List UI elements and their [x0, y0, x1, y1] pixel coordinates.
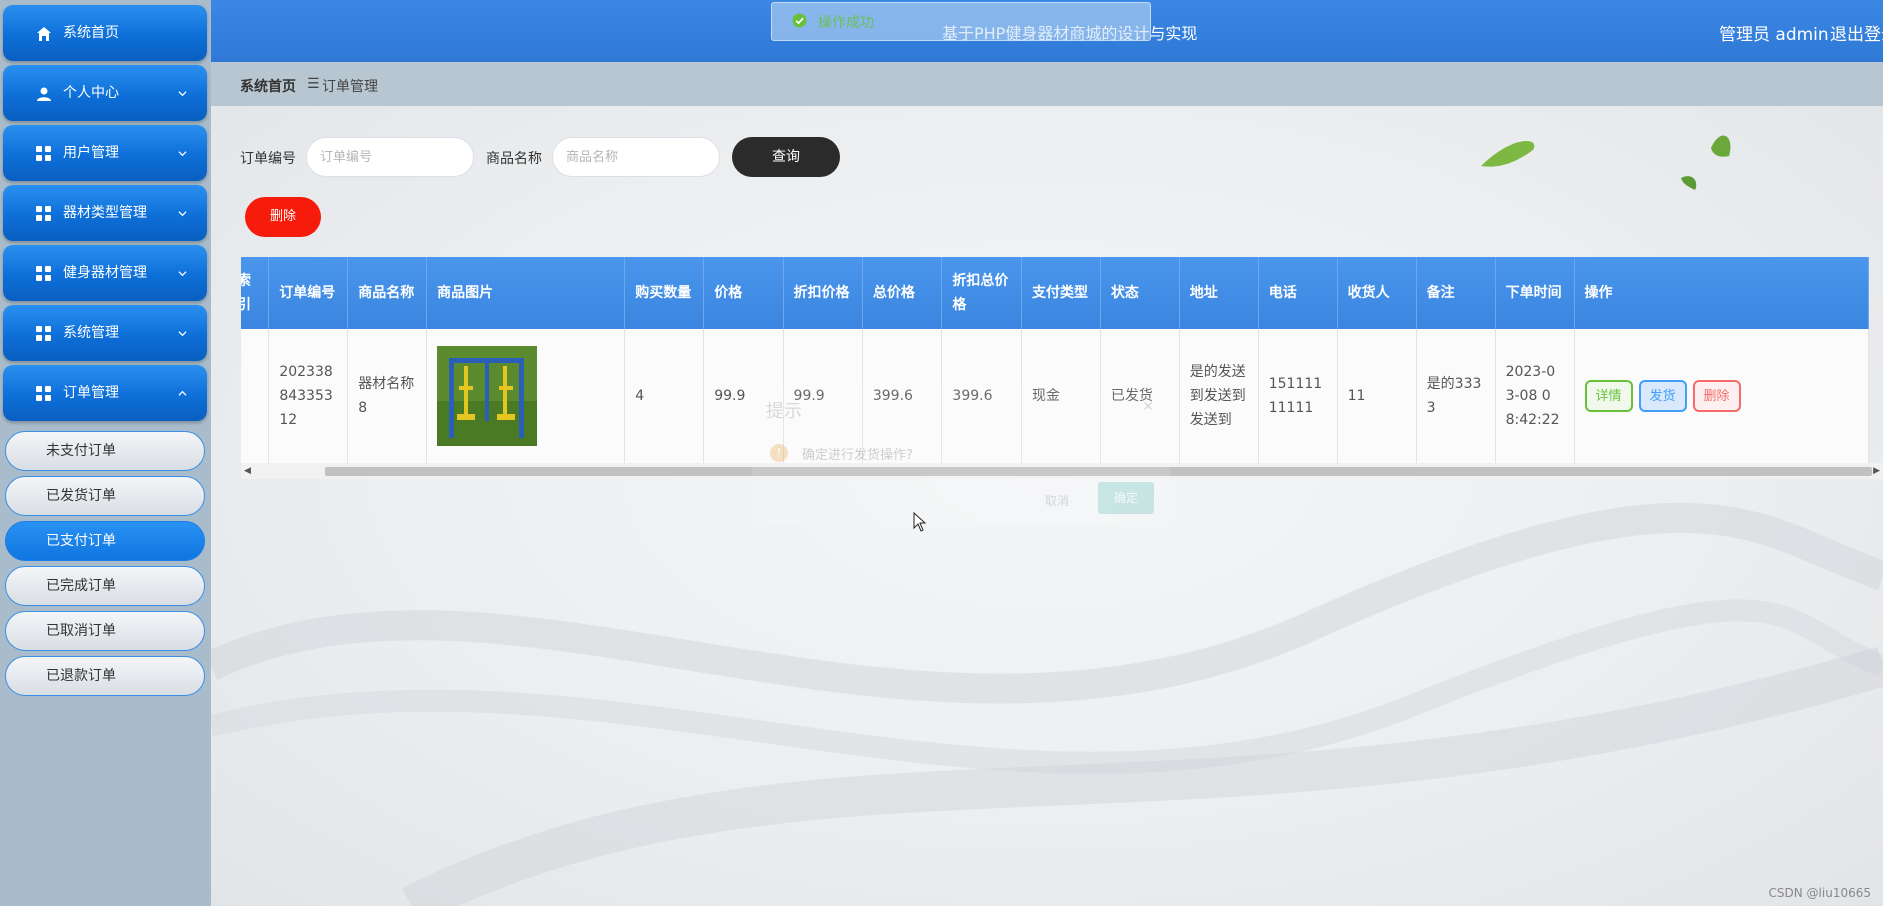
close-icon[interactable]: ✕	[1142, 399, 1154, 415]
cell-address: 是的发送到发送到发送到	[1179, 329, 1259, 464]
detail-button[interactable]: 详情	[1584, 379, 1633, 412]
check-circle-icon	[792, 13, 807, 28]
column-header-total-price: 总价格	[862, 257, 943, 329]
scroll-left-arrow-icon[interactable]: ◀	[244, 466, 251, 476]
dialog-title: 提示	[766, 401, 802, 422]
sidebar-item-label: 个人中心	[63, 85, 119, 101]
breadcrumb-home[interactable]: 系统首页	[240, 76, 296, 96]
column-header-phone: 电话	[1258, 257, 1338, 329]
grid-icon	[36, 266, 52, 282]
dialog-message: 确定进行发货操作?	[802, 448, 913, 463]
batch-delete-button[interactable]: 删除	[245, 197, 321, 237]
product-name-input[interactable]	[552, 137, 720, 177]
chevron-down-icon	[178, 271, 187, 277]
order-no-input[interactable]	[306, 137, 474, 177]
query-button[interactable]: 查询	[732, 137, 840, 177]
sidebar-item-label: 订单管理	[63, 385, 119, 401]
mouse-cursor-icon	[913, 512, 927, 532]
warning-icon: !	[770, 444, 788, 462]
sidebar-subitem-paid-orders[interactable]: 已支付订单	[5, 521, 205, 561]
sidebar-item-home[interactable]: 系统首页	[3, 5, 207, 61]
product-name-label: 商品名称	[486, 151, 542, 167]
dialog-cancel-button[interactable]: 取消	[1030, 485, 1084, 517]
user-icon	[37, 87, 51, 101]
sidebar-item-label: 系统首页	[63, 25, 119, 41]
cell-product-name: 器材名称8	[347, 329, 428, 464]
cell-operations: 详情 发货 删除	[1574, 329, 1869, 464]
column-header-remark: 备注	[1416, 257, 1496, 329]
scroll-right-arrow-icon[interactable]: ▶	[1873, 466, 1880, 476]
toast-message: 操作成功	[818, 15, 874, 31]
column-header-product-image: 商品图片	[426, 257, 626, 329]
watermark: CSDN @liu10665	[1768, 886, 1871, 900]
chevron-down-icon	[178, 211, 187, 217]
cell-remark: 是的3333	[1416, 329, 1496, 464]
cell-product-image	[426, 329, 626, 464]
ship-button[interactable]: 发货	[1638, 379, 1687, 412]
column-header-price: 价格	[703, 257, 784, 329]
cell-receiver: 11	[1337, 329, 1417, 464]
sidebar-subitem-unpaid-orders[interactable]: 未支付订单	[5, 431, 205, 471]
product-image[interactable]	[437, 345, 538, 446]
dialog-confirm-button[interactable]: 确定	[1098, 482, 1154, 514]
sidebar-item-label: 用户管理	[63, 145, 119, 161]
column-header-product-name: 商品名称	[347, 257, 428, 329]
grid-icon	[36, 206, 52, 222]
sidebar-item-fitness-equipment[interactable]: 健身器材管理	[3, 245, 207, 301]
sidebar-item-users[interactable]: 用户管理	[3, 125, 207, 181]
cell-phone: 15111111111	[1258, 329, 1338, 464]
confirm-dialog: 提示 ✕ ! 确定进行发货操作? 取消 确定	[752, 387, 1170, 525]
breadcrumb-separator: ☰	[307, 76, 320, 92]
chevron-up-icon	[178, 390, 187, 396]
grid-icon	[36, 386, 52, 402]
sidebar-item-label: 器材类型管理	[63, 205, 147, 221]
column-header-index: 索引	[241, 257, 270, 329]
column-header-discount-price: 折扣价格	[783, 257, 863, 329]
grid-icon	[36, 326, 52, 342]
breadcrumb-current: 订单管理	[322, 79, 378, 95]
sidebar-item-orders[interactable]: 订单管理	[3, 365, 207, 421]
sidebar: 系统首页 个人中心 用户管理 器材类型管理 健身器材管理 系统管理 订单管理 未…	[0, 0, 211, 906]
row-delete-button[interactable]: 删除	[1692, 379, 1741, 412]
column-header-discount-total: 折扣总价格	[941, 257, 1022, 329]
column-header-order-no: 订单编号	[268, 257, 349, 329]
cell-order-no: 20233884335312	[268, 329, 349, 464]
sidebar-item-equipment-types[interactable]: 器材类型管理	[3, 185, 207, 241]
grid-icon	[36, 146, 52, 162]
chevron-down-icon	[178, 331, 187, 337]
sidebar-subitem-shipped-orders[interactable]: 已发货订单	[5, 476, 205, 516]
current-user: 管理员 admin	[1719, 25, 1829, 45]
cell-index	[241, 329, 270, 464]
breadcrumb: 系统首页 ☰ 订单管理	[211, 62, 1883, 106]
order-no-label: 订单编号	[240, 151, 296, 167]
cell-order-time: 2023-03-08 08:42:22	[1495, 329, 1575, 464]
chevron-down-icon	[178, 151, 187, 157]
sidebar-item-system[interactable]: 系统管理	[3, 305, 207, 361]
column-header-address: 地址	[1179, 257, 1259, 329]
sidebar-subitem-cancelled-orders[interactable]: 已取消订单	[5, 611, 205, 651]
sidebar-subitem-completed-orders[interactable]: 已完成订单	[5, 566, 205, 606]
chevron-down-icon	[178, 91, 187, 97]
home-icon	[37, 27, 51, 41]
column-header-quantity: 购买数量	[624, 257, 705, 329]
sidebar-item-personal[interactable]: 个人中心	[3, 65, 207, 121]
success-toast: 操作成功	[771, 2, 1151, 41]
column-header-receiver: 收货人	[1337, 257, 1417, 329]
sidebar-subitem-refunded-orders[interactable]: 已退款订单	[5, 656, 205, 696]
sidebar-item-label: 系统管理	[63, 325, 119, 341]
table-header-row: 索引 订单编号 商品名称 商品图片 购买数量 价格 折扣价格 总价格 折扣总价格…	[241, 257, 1869, 329]
logout-link[interactable]: 退出登录	[1830, 20, 1883, 45]
column-header-status: 状态	[1100, 257, 1180, 329]
sidebar-item-label: 健身器材管理	[63, 265, 147, 281]
column-header-order-time: 下单时间	[1495, 257, 1575, 329]
column-header-operations: 操作	[1574, 257, 1869, 329]
cell-quantity: 4	[624, 329, 705, 464]
column-header-pay-type: 支付类型	[1021, 257, 1101, 329]
